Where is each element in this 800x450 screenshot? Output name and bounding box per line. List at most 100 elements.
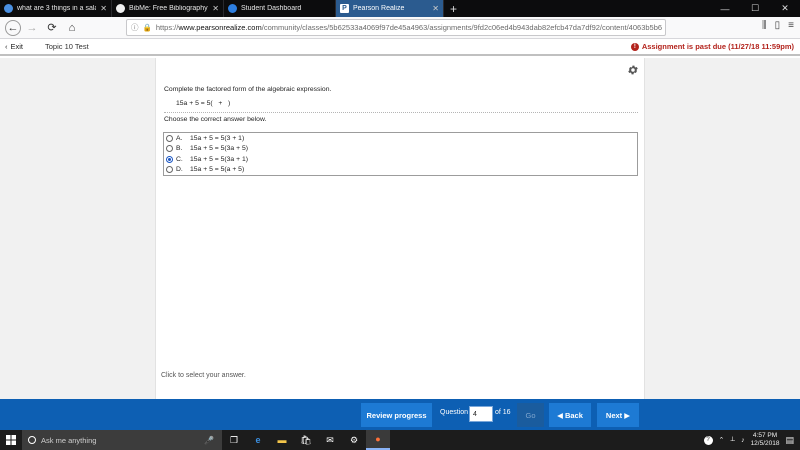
answer-choices: A. 15a + 5 = 5(3 + 1) B. 15a + 5 = 5(3a … bbox=[163, 132, 638, 176]
url-text: https://www.pearsonrealize.com/community… bbox=[155, 23, 663, 32]
choice-letter: A. bbox=[176, 134, 183, 142]
pearson-favicon-icon: P bbox=[340, 4, 349, 13]
question-label: Question bbox=[440, 409, 469, 416]
cortana-icon bbox=[28, 436, 36, 444]
window-controls: — ☐ ✕ bbox=[710, 0, 800, 17]
reload-icon[interactable]: ⟳ bbox=[43, 19, 61, 37]
choice-letter: D. bbox=[176, 166, 183, 174]
firefox-icon[interactable]: ● bbox=[366, 430, 390, 450]
radio-button[interactable] bbox=[166, 166, 173, 174]
time: 4:57 PM bbox=[752, 432, 778, 439]
arrow-left-icon: ◀ bbox=[557, 410, 563, 420]
choice-a[interactable]: A. 15a + 5 = 5(3 + 1) bbox=[164, 133, 637, 144]
choice-c[interactable]: C. 15a + 5 = 5(3a + 1) bbox=[164, 154, 637, 165]
file-explorer-icon[interactable]: ▬ bbox=[270, 430, 294, 450]
expression: 15a + 5 = 5( + ) bbox=[176, 100, 231, 107]
browser-tab-dashboard[interactable]: Student Dashboard bbox=[224, 0, 336, 17]
tab-title: Student Dashboard bbox=[241, 5, 302, 12]
go-button[interactable]: Go bbox=[517, 403, 544, 427]
taskbar-search[interactable]: Ask me anything 🎤 bbox=[22, 430, 222, 450]
show-hidden-icons[interactable]: ⌃ bbox=[719, 436, 725, 444]
address-bar[interactable]: ⓘ 🔒 https://www.pearsonrealize.com/commu… bbox=[126, 19, 666, 36]
windows-start-icon[interactable] bbox=[0, 430, 22, 450]
microphone-icon[interactable]: 🎤 bbox=[204, 436, 214, 445]
library-icon[interactable]: ⫼ bbox=[762, 20, 767, 31]
past-due-notice: ! Assignment is past due (11/27/18 11:59… bbox=[630, 42, 794, 51]
browser-tab-bibme[interactable]: BibMe: Free Bibliography & Cit ✕ bbox=[112, 0, 224, 17]
next-label: Next bbox=[605, 410, 623, 420]
radio-button[interactable] bbox=[166, 134, 173, 142]
question-number-input[interactable]: 4 bbox=[469, 406, 493, 422]
edge-icon[interactable]: e bbox=[246, 430, 270, 450]
menu-icon[interactable]: ≡ bbox=[788, 20, 794, 31]
help-icon[interactable]: ? bbox=[703, 435, 713, 445]
choice-text: 15a + 5 = 5(3a + 5) bbox=[190, 145, 249, 153]
volume-icon[interactable]: ♪ bbox=[741, 437, 745, 444]
warning-icon: ! bbox=[630, 42, 639, 51]
test-title: Topic 10 Test bbox=[45, 42, 89, 51]
store-icon[interactable]: 🛍 bbox=[294, 430, 318, 450]
search-placeholder: Ask me anything bbox=[41, 435, 97, 445]
choice-letter: B. bbox=[176, 145, 183, 153]
site-info-icon[interactable]: ⓘ bbox=[131, 22, 139, 33]
review-progress-button[interactable]: Review progress bbox=[361, 403, 432, 427]
app-header: ‹ Exit Topic 10 Test ! Assignment is pas… bbox=[0, 39, 800, 56]
browser-tab-strip: what are 3 things in a salad that ✕ BibM… bbox=[0, 0, 800, 17]
browser-nav-bar: ← → ⟳ ⌂ ⓘ 🔒 https://www.pearsonrealize.c… bbox=[0, 17, 800, 39]
choice-text: 15a + 5 = 5(a + 5) bbox=[190, 166, 245, 174]
question-nav-bar: Review progress Question 4 of 16 Go ◀ Ba… bbox=[0, 399, 800, 430]
lock-icon: 🔒 bbox=[142, 23, 152, 32]
arrow-right-icon: ▶ bbox=[624, 410, 631, 420]
close-tab-icon[interactable]: ✕ bbox=[100, 4, 107, 13]
back-button[interactable]: ◀ Back bbox=[549, 403, 591, 427]
dashboard-favicon-icon bbox=[228, 4, 237, 13]
tab-title: Pearson Realize bbox=[353, 5, 405, 12]
date: 12/5/2018 bbox=[750, 440, 780, 447]
toolbar-right: ⫼ ▯ ≡ bbox=[762, 20, 794, 31]
mail-icon[interactable]: ✉ bbox=[318, 430, 342, 450]
exit-label: Exit bbox=[10, 42, 24, 51]
browser-tab-salad[interactable]: what are 3 things in a salad that ✕ bbox=[0, 0, 112, 17]
windows-taskbar: Ask me anything 🎤 ❐ e ▬ 🛍 ✉ ⚙ ● ? ⌃ ⟂ ♪ … bbox=[0, 430, 800, 450]
gear-icon[interactable] bbox=[627, 64, 639, 76]
past-due-text: Assignment is past due (11/27/18 11:59pm… bbox=[641, 42, 794, 51]
chevron-left-icon: ‹ bbox=[5, 42, 8, 51]
close-window-button[interactable]: ✕ bbox=[770, 3, 800, 14]
task-view-icon[interactable]: ❐ bbox=[222, 430, 246, 450]
network-icon[interactable]: ⟂ bbox=[730, 436, 735, 444]
hint-text: Click to select your answer. bbox=[161, 372, 246, 379]
choice-letter: C. bbox=[176, 155, 183, 163]
browser-tab-pearson[interactable]: P Pearson Realize ✕ bbox=[336, 0, 444, 17]
tab-title: BibMe: Free Bibliography & Cit bbox=[129, 5, 208, 12]
back-arrow-icon[interactable]: ← bbox=[5, 19, 21, 36]
instruction-text: Choose the correct answer below. bbox=[164, 116, 267, 123]
back-label: Back bbox=[564, 410, 583, 420]
divider bbox=[164, 112, 638, 113]
app-icon[interactable]: ⚙ bbox=[342, 430, 366, 450]
bibme-favicon-icon bbox=[116, 4, 125, 13]
next-button[interactable]: Next ▶ bbox=[597, 403, 639, 427]
notifications-icon[interactable]: ▤ bbox=[785, 435, 794, 446]
choice-text: 15a + 5 = 5(3a + 1) bbox=[190, 155, 249, 163]
question-total: of 16 bbox=[495, 409, 511, 416]
minimize-button[interactable]: — bbox=[710, 4, 740, 14]
system-tray: ? ⌃ ⟂ ♪ 4:57 PM 12/5/2018 ▤ bbox=[703, 432, 800, 448]
choice-d[interactable]: D. 15a + 5 = 5(a + 5) bbox=[164, 165, 637, 176]
radio-button-selected[interactable] bbox=[166, 155, 173, 163]
maximize-button[interactable]: ☐ bbox=[740, 3, 770, 14]
forward-arrow-icon[interactable]: → bbox=[23, 19, 41, 37]
choice-text: 15a + 5 = 5(3 + 1) bbox=[190, 134, 245, 142]
exit-button[interactable]: ‹ Exit bbox=[5, 42, 23, 51]
radio-button[interactable] bbox=[166, 145, 173, 153]
choice-b[interactable]: B. 15a + 5 = 5(3a + 5) bbox=[164, 144, 637, 155]
tab-title: what are 3 things in a salad that bbox=[17, 5, 96, 12]
google-favicon-icon bbox=[4, 4, 13, 13]
question-prompt: Complete the factored form of the algebr… bbox=[164, 86, 332, 93]
sidebar-icon[interactable]: ▯ bbox=[775, 20, 781, 31]
clock[interactable]: 4:57 PM 12/5/2018 bbox=[751, 432, 780, 448]
home-icon[interactable]: ⌂ bbox=[63, 19, 81, 37]
close-tab-icon[interactable]: ✕ bbox=[212, 4, 219, 13]
question-panel: Complete the factored form of the algebr… bbox=[155, 58, 645, 399]
close-tab-icon[interactable]: ✕ bbox=[432, 4, 439, 13]
new-tab-button[interactable]: + bbox=[444, 0, 463, 17]
